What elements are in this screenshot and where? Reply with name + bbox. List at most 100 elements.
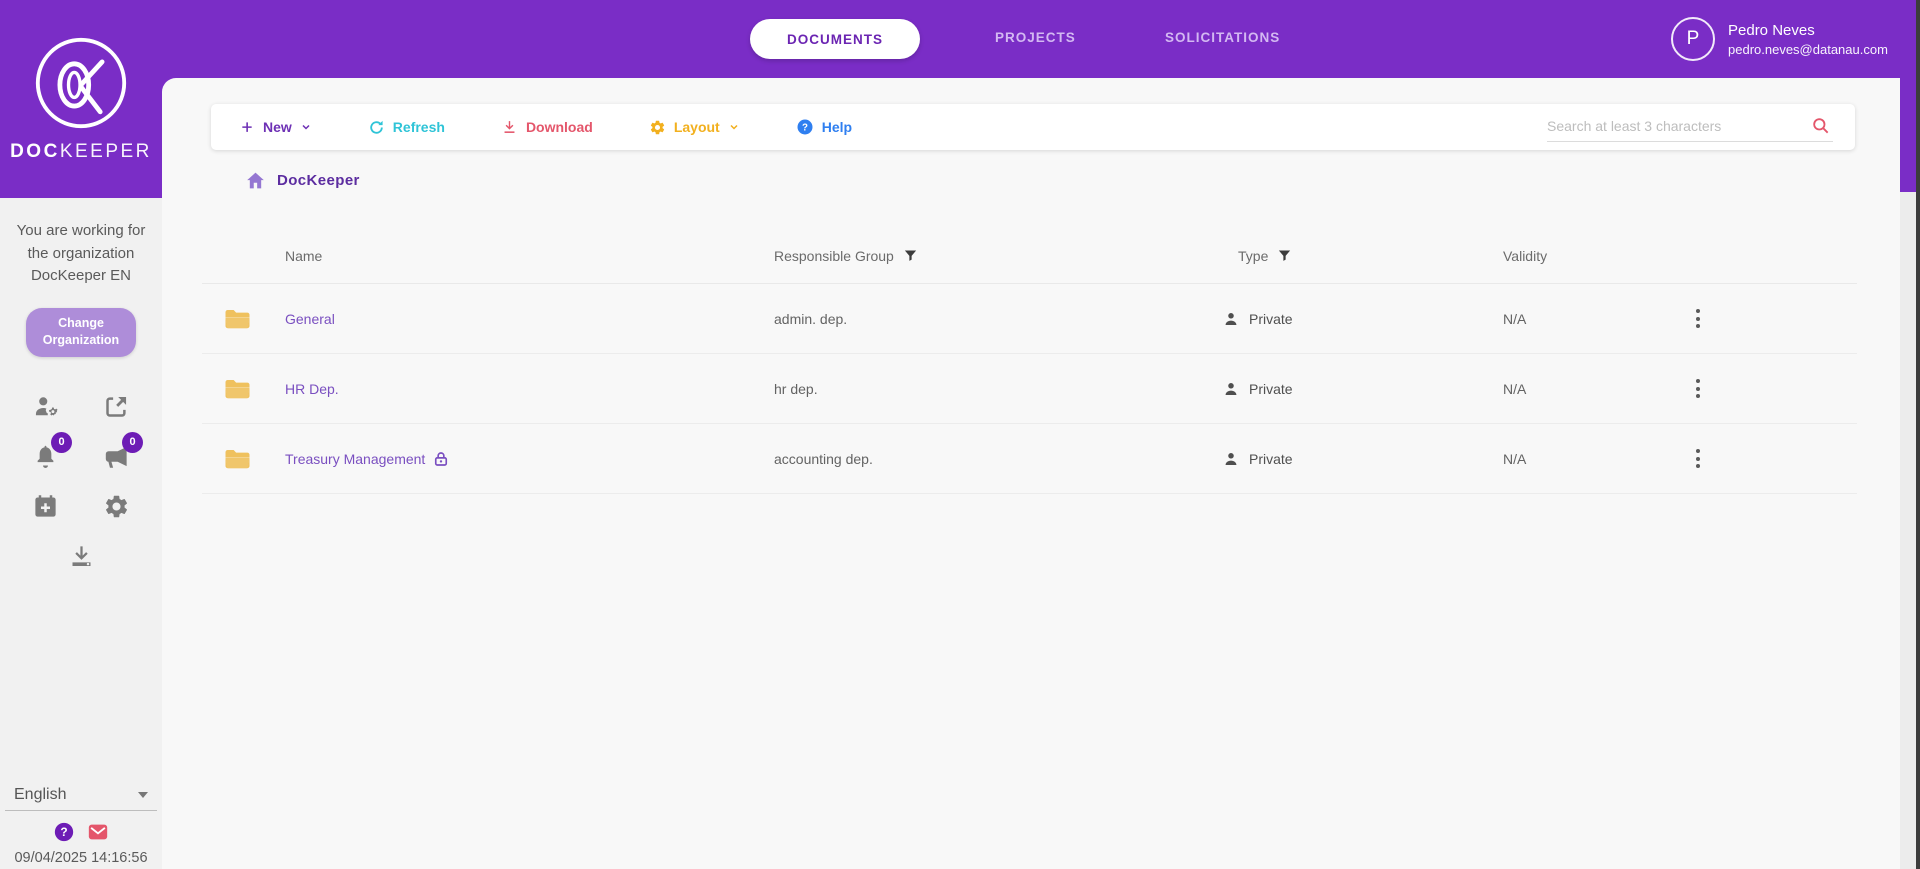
validity-cell: N/A: [1503, 450, 1527, 467]
search-input[interactable]: [1547, 112, 1797, 140]
language-select[interactable]: English: [0, 786, 162, 810]
logo-block: DOCKEEPER: [0, 0, 162, 198]
manage-users-icon[interactable]: [32, 393, 59, 420]
type-cell: Private: [1249, 310, 1293, 327]
top-navigation-bar: DOCUMENTS PROJECTS SOLICITATIONS P Pedro…: [162, 0, 1920, 78]
contact-row: ?: [0, 821, 162, 843]
responsible-group-cell: admin. dep.: [774, 310, 848, 327]
app-window: DOCKEEPER You are working for the organi…: [0, 0, 1920, 869]
brand-text: DOCKEEPER: [10, 141, 152, 163]
validity-cell: N/A: [1503, 310, 1527, 327]
new-button-label: New: [263, 119, 292, 135]
table-row[interactable]: HR Dep. hr dep. Private N/A: [202, 354, 1857, 424]
user-menu[interactable]: P Pedro Neves pedro.neves@datanau.com: [1671, 17, 1888, 61]
filter-icon[interactable]: [903, 248, 918, 263]
divider: [5, 810, 157, 811]
layout-button-label: Layout: [673, 119, 720, 135]
lock-icon: [435, 451, 448, 466]
tab-projects[interactable]: PROJECTS: [995, 30, 1076, 45]
search-icon[interactable]: [1811, 116, 1831, 136]
window-edge: [1916, 0, 1920, 869]
person-icon: [1225, 452, 1237, 465]
new-button[interactable]: New: [239, 119, 312, 135]
refresh-icon: [370, 120, 383, 134]
refresh-button-label: Refresh: [392, 119, 445, 135]
validity-cell: N/A: [1503, 380, 1527, 397]
sidebar: DOCKEEPER You are working for the organi…: [0, 0, 162, 869]
chevron-down-icon: [730, 124, 738, 130]
session-timestamp: 09/04/2025 14:16:56: [14, 850, 148, 866]
chevron-down-icon: [138, 792, 148, 798]
brand-light: KEEPER: [59, 141, 152, 162]
folder-icon: [225, 379, 249, 398]
row-menu-button[interactable]: [1690, 373, 1706, 404]
user-email: pedro.neves@datanau.com: [1728, 41, 1888, 57]
toolbar: New Refresh Download Layout ? Help Searc…: [211, 104, 1855, 150]
folder-name-link[interactable]: HR Dep.: [285, 381, 339, 397]
table-row[interactable]: General admin. dep. Private N/A: [202, 284, 1857, 354]
person-icon: [1225, 382, 1237, 395]
sidebar-bottom: English ? 09/04/2025 14:16:56: [0, 786, 162, 869]
layout-button[interactable]: Layout: [649, 119, 740, 136]
chevron-down-icon: [302, 124, 310, 130]
help-icon: ?: [797, 119, 813, 135]
help-button-label: Help: [821, 119, 853, 135]
announcements-megaphone-icon[interactable]: 0: [103, 431, 143, 470]
download-button-label: Download: [525, 119, 593, 135]
home-icon: [247, 172, 264, 189]
svg-text:?: ?: [60, 825, 67, 839]
calendar-add-icon[interactable]: [32, 493, 59, 520]
avatar: P: [1671, 17, 1715, 61]
org-message: You are working for the organization Doc…: [16, 222, 146, 284]
column-header-group: Responsible Group: [774, 247, 894, 264]
download-icon: [504, 120, 515, 133]
table-body: General admin. dep. Private N/A HR Dep. …: [202, 284, 1857, 494]
tab-documents[interactable]: DOCUMENTS: [750, 19, 920, 59]
dockeeper-logo-icon: [35, 37, 127, 129]
row-menu-button[interactable]: [1690, 303, 1706, 334]
help-button[interactable]: ? Help: [796, 118, 852, 136]
documents-table: Name Responsible Group Type Validity Gen…: [202, 228, 1857, 494]
tab-solicitations[interactable]: SOLICITATIONS: [1165, 30, 1280, 45]
column-header-validity: Validity: [1503, 247, 1548, 264]
main-column: DOCUMENTS PROJECTS SOLICITATIONS P Pedro…: [162, 0, 1920, 869]
settings-gear-icon[interactable]: [103, 493, 130, 520]
vertical-scrollbar[interactable]: [1900, 0, 1916, 869]
folder-icon: [225, 309, 249, 328]
column-header-type: Type: [1238, 247, 1269, 264]
content-area: New Refresh Download Layout ? Help Searc…: [162, 78, 1920, 869]
download-button[interactable]: Download: [501, 119, 593, 136]
notifications-bell-icon[interactable]: 0: [32, 431, 72, 470]
folder-icon: [225, 449, 249, 468]
announcements-badge: 0: [122, 431, 143, 453]
search-field: [1547, 112, 1833, 142]
table-header-row: Name Responsible Group Type Validity: [202, 228, 1857, 284]
sidebar-icon-grid: 0 0: [0, 393, 162, 570]
scrollbar-thumb[interactable]: [1900, 0, 1916, 192]
user-name: Pedro Neves: [1728, 21, 1815, 39]
layout-gear-icon: [650, 120, 664, 134]
row-menu-button[interactable]: [1690, 443, 1706, 474]
change-organization-button[interactable]: Change Organization: [26, 307, 136, 357]
language-label: English: [14, 786, 67, 803]
share-icon[interactable]: [103, 393, 130, 420]
plus-icon: [242, 122, 252, 132]
table-row[interactable]: Treasury Management accounting dep. Priv…: [202, 424, 1857, 494]
filter-icon[interactable]: [1277, 248, 1292, 263]
type-cell: Private: [1249, 450, 1293, 467]
download-tray-icon[interactable]: [68, 543, 95, 570]
help-circle-icon[interactable]: ?: [53, 821, 75, 843]
type-cell: Private: [1249, 380, 1293, 397]
folder-name-link[interactable]: Treasury Management: [285, 451, 425, 467]
breadcrumb[interactable]: DocKeeper: [245, 170, 360, 191]
folder-name-link[interactable]: General: [285, 311, 335, 327]
mail-icon[interactable]: [87, 821, 109, 843]
notifications-badge: 0: [51, 431, 72, 453]
breadcrumb-label: DocKeeper: [277, 172, 360, 189]
sidebar-body: You are working for the organization Doc…: [0, 198, 162, 869]
column-header-name: Name: [285, 247, 323, 264]
responsible-group-cell: hr dep.: [774, 380, 818, 397]
person-icon: [1225, 312, 1237, 325]
refresh-button[interactable]: Refresh: [368, 119, 445, 136]
svg-text:?: ?: [802, 122, 808, 133]
